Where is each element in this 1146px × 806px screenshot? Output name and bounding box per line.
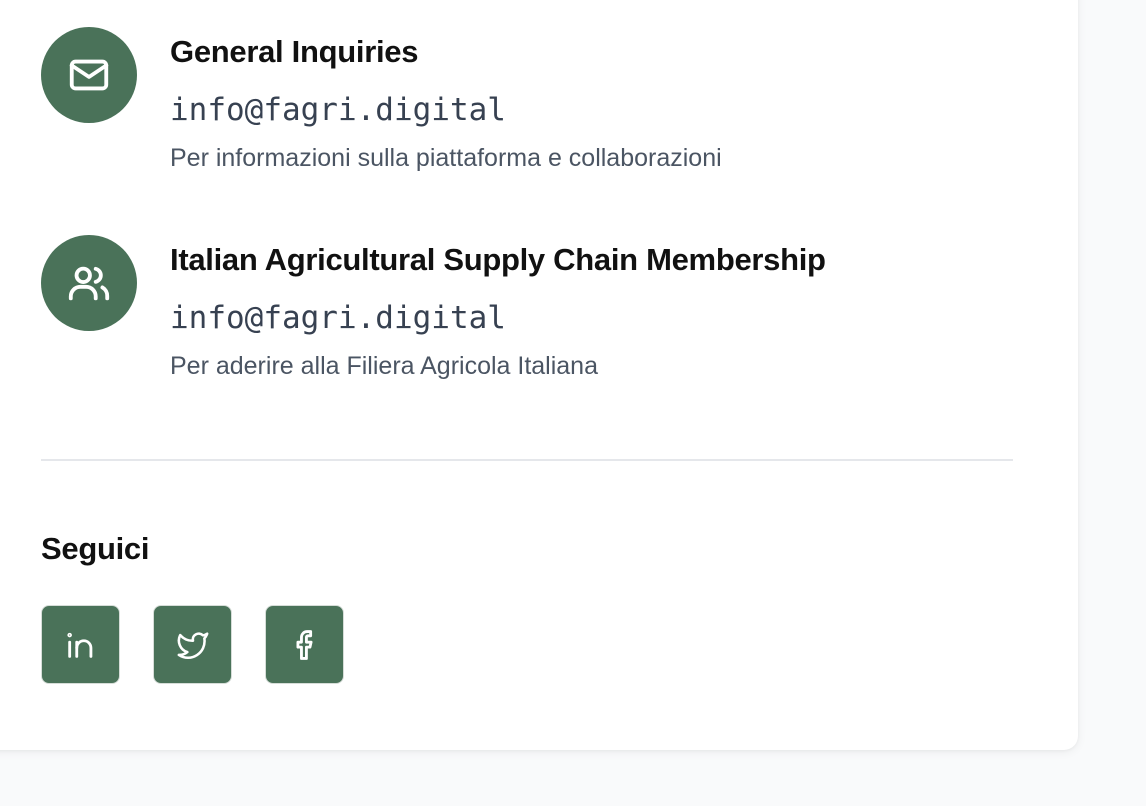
social-links <box>41 605 344 684</box>
page: General Inquiries info@fagri.digital Per… <box>0 0 1146 806</box>
contact-email-link[interactable]: info@fagri.digital <box>170 303 826 334</box>
facebook-icon <box>296 629 313 660</box>
twitter-icon <box>177 631 208 659</box>
divider <box>41 459 1013 461</box>
contact-icon-badge <box>41 27 137 123</box>
contact-general-inquiries: General Inquiries info@fagri.digital Per… <box>41 27 722 171</box>
contact-membership: Italian Agricultural Supply Chain Member… <box>41 235 826 379</box>
contact-title: Italian Agricultural Supply Chain Member… <box>170 242 826 277</box>
linkedin-button[interactable] <box>41 605 120 684</box>
contact-icon-badge <box>41 235 137 331</box>
linkedin-icon <box>66 632 92 658</box>
mail-icon <box>69 59 109 91</box>
contact-info: General Inquiries info@fagri.digital Per… <box>170 27 722 171</box>
contact-description: Per informazioni sulla piattaforma e col… <box>170 144 722 172</box>
contact-title: General Inquiries <box>170 34 419 69</box>
contact-description: Per aderire alla Filiera Agricola Italia… <box>170 352 598 380</box>
facebook-button[interactable] <box>265 605 344 684</box>
contact-info: Italian Agricultural Supply Chain Member… <box>170 235 826 379</box>
users-icon <box>68 266 110 301</box>
contact-email-link[interactable]: info@fagri.digital <box>170 95 722 126</box>
follow-us-title: Seguici <box>41 531 150 566</box>
twitter-button[interactable] <box>153 605 232 684</box>
